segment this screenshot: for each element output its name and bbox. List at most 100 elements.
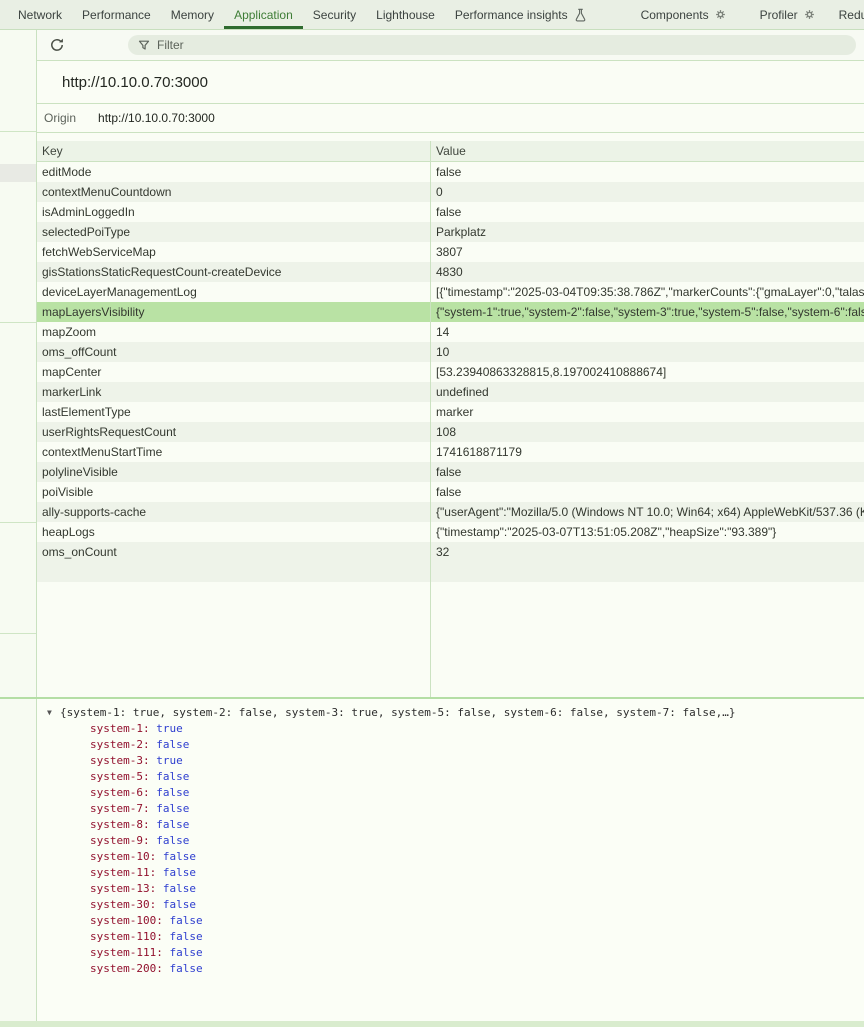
table-row[interactable]: gisStationsStaticRequestCount-createDevi… xyxy=(37,262,864,282)
filter-input[interactable]: Filter xyxy=(128,35,856,55)
tab-components[interactable]: Components xyxy=(631,0,736,29)
preview-entry[interactable]: system-7: false xyxy=(37,801,864,817)
table-row[interactable]: heapLogs{"timestamp":"2025-03-07T13:51:0… xyxy=(37,522,864,542)
preview-entry[interactable]: system-6: false xyxy=(37,785,864,801)
table-row[interactable]: editModefalse xyxy=(37,162,864,182)
tab-performance-insights[interactable]: Performance insights xyxy=(445,0,597,29)
row-key: oms_onCount xyxy=(37,542,430,562)
row-value: 10 xyxy=(430,342,864,362)
preview-entry-value: false xyxy=(169,930,202,943)
tab-label: Redux xyxy=(839,8,864,22)
filter-placeholder: Filter xyxy=(157,38,184,52)
tab-label: Profiler xyxy=(760,8,798,22)
preview-entry[interactable]: system-100: false xyxy=(37,913,864,929)
preview-entry-key: system-8: xyxy=(90,818,156,831)
refresh-button[interactable] xyxy=(46,34,68,56)
preview-entry-value: false xyxy=(163,882,196,895)
tab-redux[interactable]: Redux xyxy=(829,0,864,29)
table-row[interactable]: selectedPoiTypeParkplatz xyxy=(37,222,864,242)
row-key: mapZoom xyxy=(37,322,430,342)
table-row[interactable]: mapZoom14 xyxy=(37,322,864,342)
preview-entry-key: system-1: xyxy=(90,722,156,735)
table-row[interactable]: deviceLayerManagementLog[{"timestamp":"2… xyxy=(37,282,864,302)
tab-label: Application xyxy=(234,8,293,22)
tab-label: Lighthouse xyxy=(376,8,435,22)
row-value: {"system-1":true,"system-2":false,"syste… xyxy=(430,302,864,322)
tab-network[interactable]: Network xyxy=(8,0,72,29)
tab-lighthouse[interactable]: Lighthouse xyxy=(366,0,445,29)
tab-security[interactable]: Security xyxy=(303,0,366,29)
preview-entry-key: system-2: xyxy=(90,738,156,751)
row-value: {"userAgent":"Mozilla/5.0 (Windows NT 10… xyxy=(430,502,864,522)
preview-entry-value: false xyxy=(163,898,196,911)
preview-entry[interactable]: system-2: false xyxy=(37,737,864,753)
preview-entry[interactable]: system-10: false xyxy=(37,849,864,865)
table-row[interactable]: mapLayersVisibility{"system-1":true,"sys… xyxy=(37,302,864,322)
row-key: userRightsRequestCount xyxy=(37,422,430,442)
preview-entry-value: false xyxy=(163,850,196,863)
table-row[interactable]: fetchWebServiceMap3807 xyxy=(37,242,864,262)
preview-entry-value: false xyxy=(169,962,202,975)
preview-entry[interactable]: system-9: false xyxy=(37,833,864,849)
preview-entry-key: system-10: xyxy=(90,850,163,863)
table-row[interactable]: oms_onCount32 xyxy=(37,542,864,562)
table-row[interactable]: lastElementTypemarker xyxy=(37,402,864,422)
gear-icon xyxy=(804,9,815,20)
row-value: [53.23940863328815,8.197002410888674] xyxy=(430,362,864,382)
table-row[interactable]: markerLinkundefined xyxy=(37,382,864,402)
preview-entry[interactable]: system-13: false xyxy=(37,881,864,897)
table-row[interactable]: mapCenter[53.23940863328815,8.1970024108… xyxy=(37,362,864,382)
preview-summary-text: {system-1: true, system-2: false, system… xyxy=(60,706,736,719)
gutter-divider xyxy=(0,322,36,323)
storage-toolbar: Filter xyxy=(37,30,864,61)
expand-triangle-icon[interactable]: ▼ xyxy=(47,705,60,721)
preview-entry-key: system-100: xyxy=(90,914,169,927)
value-preview-pane: ▼{system-1: true, system-2: false, syste… xyxy=(37,699,864,1021)
preview-entry[interactable]: system-110: false xyxy=(37,929,864,945)
tab-label: Components xyxy=(641,8,709,22)
origin-row: Origin http://10.10.0.70:3000 xyxy=(37,104,864,133)
table-row[interactable]: ally-supports-cache{"userAgent":"Mozilla… xyxy=(37,502,864,522)
preview-entry-value: false xyxy=(156,802,189,815)
table-row[interactable]: oms_offCount10 xyxy=(37,342,864,362)
preview-entry[interactable]: system-200: false xyxy=(37,961,864,977)
preview-entry[interactable]: system-5: false xyxy=(37,769,864,785)
preview-entry-value: false xyxy=(156,770,189,783)
table-row[interactable]: poiVisiblefalse xyxy=(37,482,864,502)
table-row[interactable]: polylineVisiblefalse xyxy=(37,462,864,482)
row-key: contextMenuCountdown xyxy=(37,182,430,202)
row-value: 4830 xyxy=(430,262,864,282)
sidebar-collapsed-gutter[interactable] xyxy=(0,30,37,1021)
table-row[interactable]: isAdminLoggedInfalse xyxy=(37,202,864,222)
preview-entry[interactable]: system-11: false xyxy=(37,865,864,881)
gear-icon xyxy=(715,9,726,20)
tab-memory[interactable]: Memory xyxy=(161,0,224,29)
row-value: 1741618871179 xyxy=(430,442,864,462)
preview-entry-key: system-111: xyxy=(90,946,169,959)
origin-value: http://10.10.0.70:3000 xyxy=(98,111,215,125)
tab-application[interactable]: Application xyxy=(224,0,303,29)
row-value: [{"timestamp":"2025-03-04T09:35:38.786Z"… xyxy=(430,282,864,302)
preview-entry-value: true xyxy=(156,754,183,767)
preview-entry-key: system-6: xyxy=(90,786,156,799)
value-column-header[interactable]: Value xyxy=(430,141,864,161)
key-column-header[interactable]: Key xyxy=(37,141,430,161)
preview-entry[interactable]: system-1: true xyxy=(37,721,864,737)
preview-entry[interactable]: system-111: false xyxy=(37,945,864,961)
table-row[interactable]: userRightsRequestCount108 xyxy=(37,422,864,442)
preview-summary-row[interactable]: ▼{system-1: true, system-2: false, syste… xyxy=(37,705,864,721)
tab-performance[interactable]: Performance xyxy=(72,0,161,29)
empty-filler-row xyxy=(37,562,864,582)
table-row[interactable]: contextMenuCountdown0 xyxy=(37,182,864,202)
preview-entry[interactable]: system-3: true xyxy=(37,753,864,769)
table-row[interactable]: contextMenuStartTime1741618871179 xyxy=(37,442,864,462)
preview-entry[interactable]: system-30: false xyxy=(37,897,864,913)
row-key: mapLayersVisibility xyxy=(37,302,430,322)
tab-profiler[interactable]: Profiler xyxy=(750,0,825,29)
datagrid-rows: editModefalsecontextMenuCountdown0isAdmi… xyxy=(37,162,864,582)
gutter-divider xyxy=(0,131,36,132)
datagrid-header[interactable]: Key Value xyxy=(37,141,864,162)
row-key: ally-supports-cache xyxy=(37,502,430,522)
preview-entry[interactable]: system-8: false xyxy=(37,817,864,833)
column-divider[interactable] xyxy=(430,141,431,697)
